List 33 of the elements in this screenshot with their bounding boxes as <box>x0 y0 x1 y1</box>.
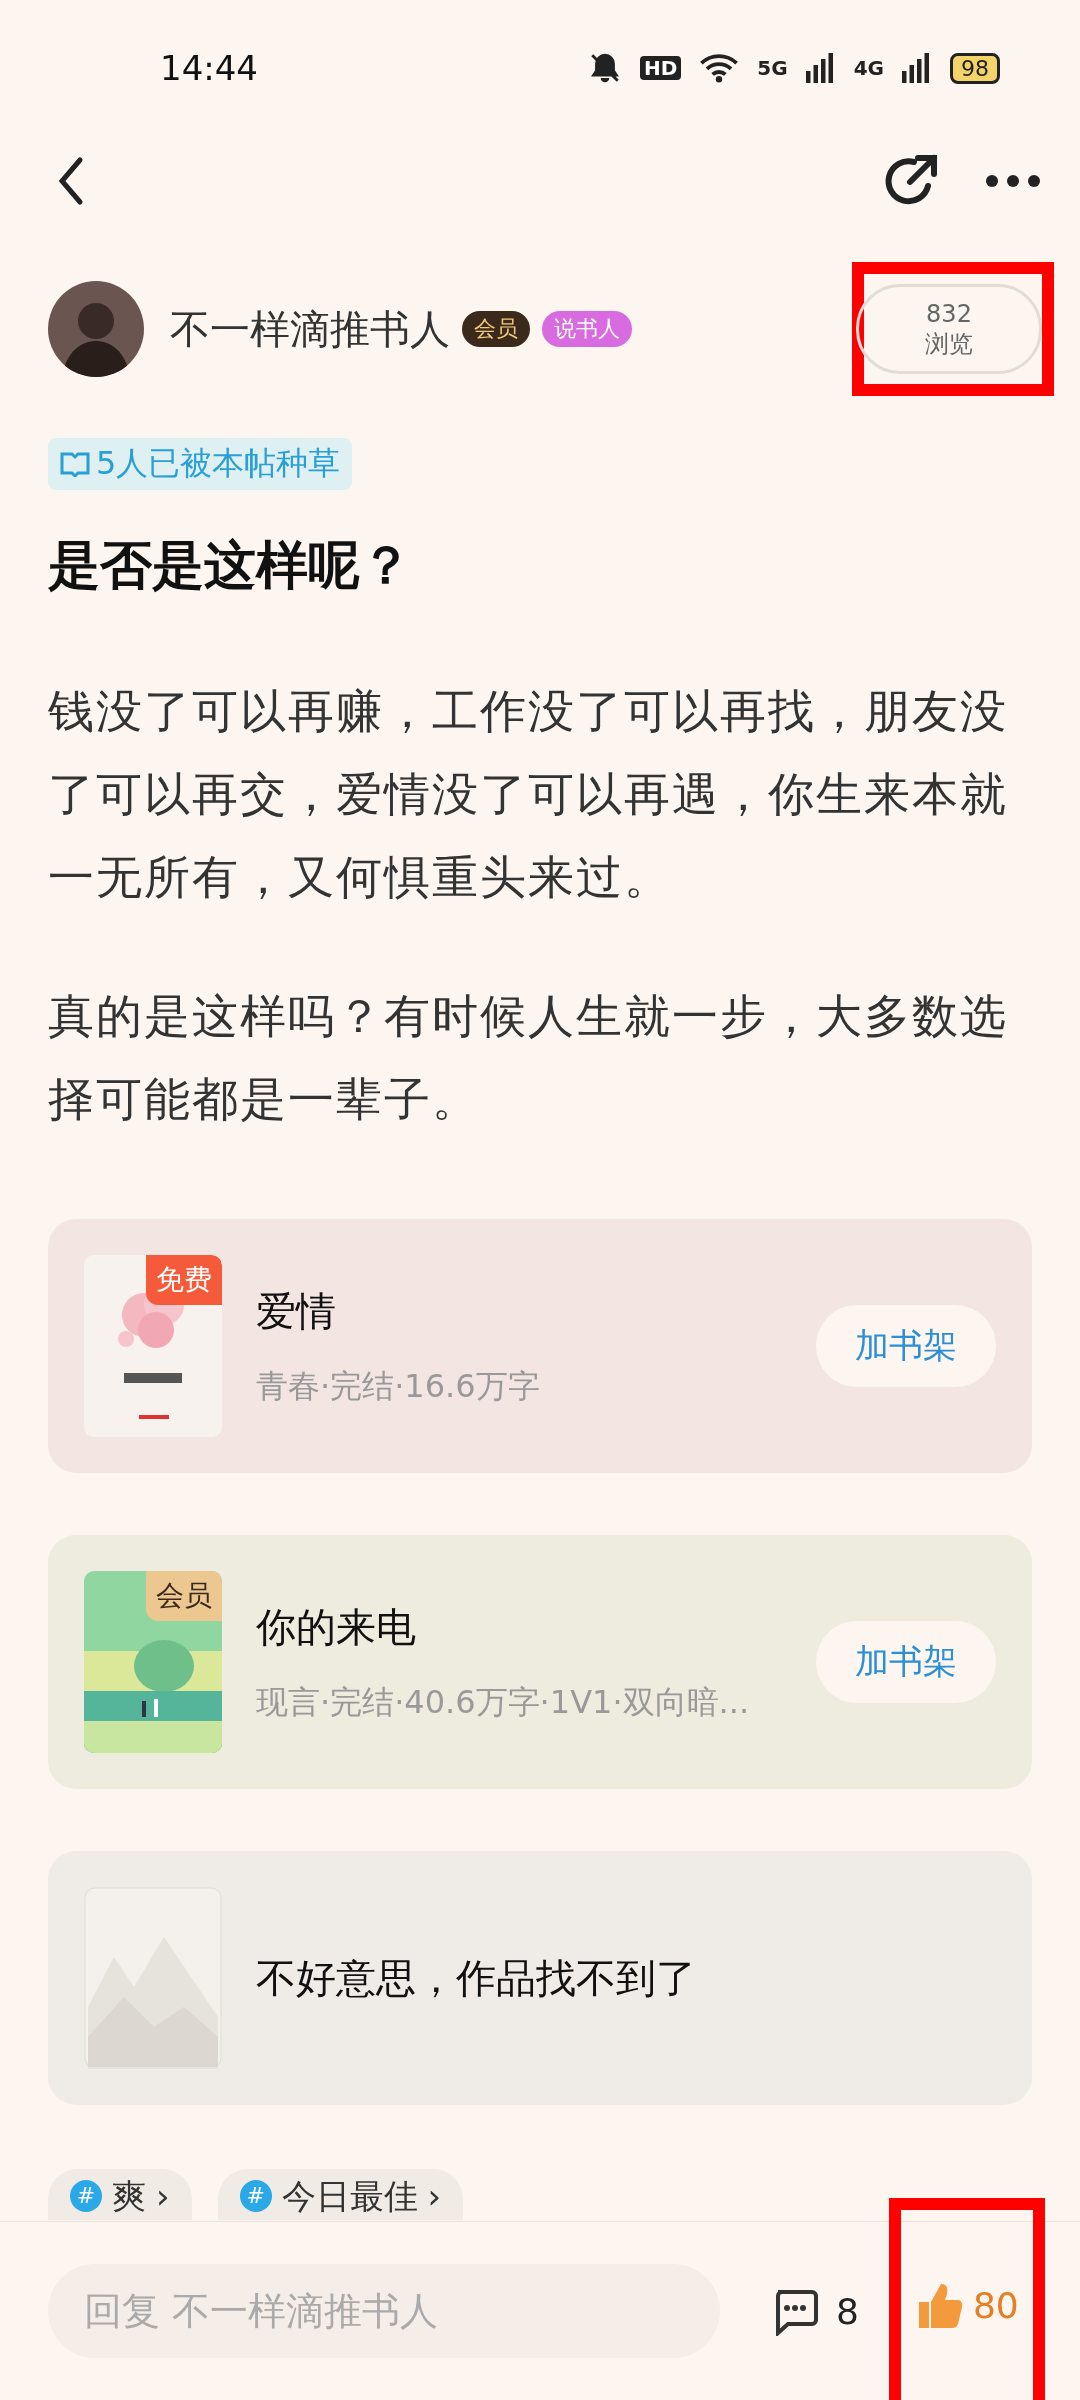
network-label: 4G <box>853 56 884 80</box>
hd-indicator: HD <box>639 56 682 80</box>
views-count: 832 <box>926 299 972 329</box>
more-icon[interactable] <box>986 175 1040 187</box>
member-badge: 会员 <box>146 1571 222 1621</box>
missing-book-message: 不好意思，作品找不到了 <box>256 1953 697 2003</box>
post-title: 是否是这样呢？ <box>48 534 413 596</box>
free-badge: 免费 <box>146 1255 222 1305</box>
member-badge: 会员 <box>462 311 530 347</box>
book-icon <box>60 451 90 477</box>
topic-chip[interactable]: # 爽 › <box>48 2169 192 2220</box>
battery-indicator: 98 <box>950 52 1000 84</box>
wifi-icon <box>699 52 740 84</box>
topic-chip[interactable]: # 今日最佳 › <box>217 2169 464 2220</box>
book-title: 你的来电 <box>256 1602 417 1652</box>
views-label: 浏览 <box>925 329 973 359</box>
post-paragraph: 钱没了可以再赚，工作没了可以再找，朋友没了可以再交，爱情没了可以再遇，你生来本就一无所有，又何惧重头来过。 <box>48 683 1009 906</box>
author-name[interactable]: 不一样滴推书人 <box>170 301 450 357</box>
reply-field[interactable]: 回复 不一样滴推书人 <box>48 2264 720 2358</box>
seeded-text: 5人已被本帖种草 <box>96 443 341 484</box>
network-label: 5G <box>757 56 788 80</box>
comment-count: 8 <box>836 2290 859 2332</box>
book-title: 爱情 <box>256 1286 337 1336</box>
like-count: 80 <box>972 2284 1019 2326</box>
signal-icon <box>902 53 932 83</box>
book-meta: 现言·完结·40.6万字·1V1·双向暗... <box>256 1681 751 1723</box>
status-time: 14:44 <box>160 48 258 88</box>
book-card[interactable]: 会员 你的来电 现言·完结·40.6万字·1V1·双向暗... 加书架 <box>48 1535 1032 1789</box>
book-card[interactable]: 免费 爱情 青春·完结·16.6万字 加书架 <box>48 1219 1032 1473</box>
book-meta: 青春·完结·16.6万字 <box>256 1365 541 1407</box>
signal-icon <box>805 53 836 83</box>
post-paragraph: 真的是这样吗？有时候人生就一步，大多数选择可能都是一辈子。 <box>48 988 1009 1128</box>
storyteller-badge: 说书人 <box>542 311 632 347</box>
